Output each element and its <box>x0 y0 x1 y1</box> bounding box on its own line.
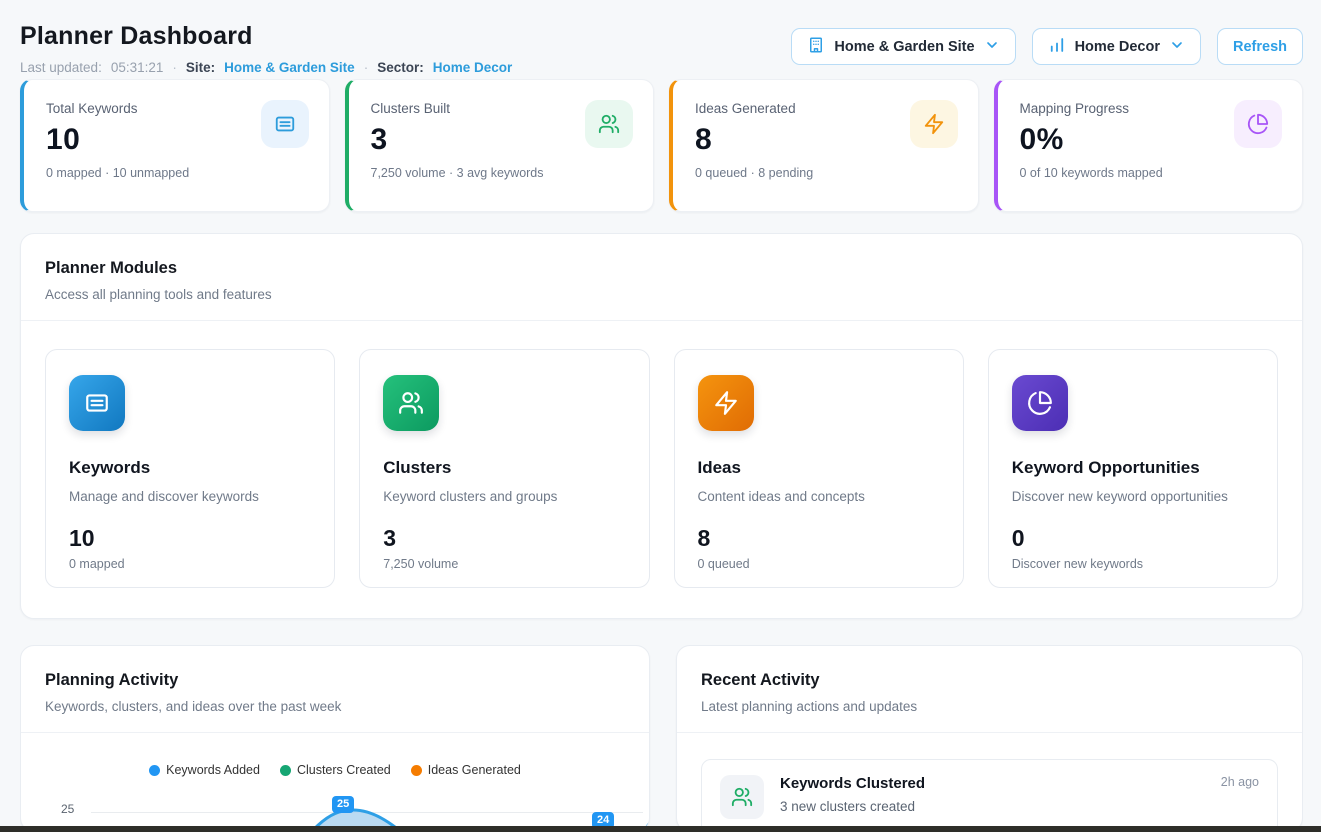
module-note: 0 queued <box>698 557 940 571</box>
stat-subtitle: 0 of 10 keywords mapped <box>1020 166 1283 180</box>
section-subtitle: Latest planning actions and updates <box>701 699 1278 714</box>
building-icon <box>807 36 825 58</box>
site-label: Site: <box>186 60 215 75</box>
module-value: 0 <box>1012 525 1254 552</box>
legend-label: Ideas Generated <box>428 763 521 777</box>
section-title: Recent Activity <box>701 671 1278 690</box>
module-note: 0 mapped <box>69 557 311 571</box>
sector-label: Sector: <box>377 60 424 75</box>
activity-title: Keywords Clustered <box>780 775 925 792</box>
data-point-label: 25 <box>332 796 354 813</box>
sector-link[interactable]: Home Decor <box>433 60 513 75</box>
zap-icon <box>910 100 958 148</box>
divider <box>21 732 649 733</box>
meta-separator: · <box>364 60 369 75</box>
list-icon <box>261 100 309 148</box>
pie-chart-icon <box>1012 375 1068 431</box>
page-title: Planner Dashboard <box>20 22 512 51</box>
module-note: Discover new keywords <box>1012 557 1254 571</box>
legend-dot <box>149 765 160 776</box>
chart-legend: Keywords Added Clusters Created Ideas Ge… <box>21 763 649 777</box>
module-card-keywords[interactable]: Keywords Manage and discover keywords 10… <box>45 349 335 588</box>
users-icon <box>585 100 633 148</box>
zap-icon <box>698 375 754 431</box>
activity-timestamp: 2h ago <box>1221 775 1259 789</box>
legend-item-ideas-generated: Ideas Generated <box>411 763 521 777</box>
module-title: Keywords <box>69 458 311 478</box>
module-title: Keyword Opportunities <box>1012 458 1254 478</box>
module-description: Content ideas and concepts <box>698 489 940 504</box>
legend-label: Keywords Added <box>166 763 260 777</box>
users-icon <box>383 375 439 431</box>
planner-modules-panel: Planner Modules Access all planning tool… <box>20 233 1303 619</box>
list-icon <box>69 375 125 431</box>
activity-content: Keywords Clustered 2h ago 3 new clusters… <box>780 775 1259 819</box>
window-edge-bar <box>0 826 1321 832</box>
site-link[interactable]: Home & Garden Site <box>224 60 355 75</box>
planner-dashboard-page: Planner Dashboard Last updated: 05:31:21… <box>0 0 1321 832</box>
stat-cards-row: Total Keywords 10 0 mapped · 10 unmapped… <box>20 79 1303 212</box>
bar-chart-icon <box>1048 36 1066 58</box>
pie-chart-icon <box>1234 100 1282 148</box>
planner-modules-header: Planner Modules Access all planning tool… <box>21 234 1302 320</box>
toolbar: Home & Garden Site Home Decor Refresh <box>791 28 1303 65</box>
chevron-down-icon <box>1169 37 1185 57</box>
modules-grid: Keywords Manage and discover keywords 10… <box>21 321 1302 618</box>
bottom-row: Planning Activity Keywords, clusters, an… <box>20 645 1303 832</box>
section-title: Planner Modules <box>45 259 1278 278</box>
planning-activity-header: Planning Activity Keywords, clusters, an… <box>21 646 649 732</box>
recent-activity-panel: Recent Activity Latest planning actions … <box>676 645 1303 832</box>
module-note: 7,250 volume <box>383 557 625 571</box>
site-selector-dropdown[interactable]: Home & Garden Site <box>791 28 1015 65</box>
module-title: Ideas <box>698 458 940 478</box>
legend-dot <box>280 765 291 776</box>
module-card-ideas[interactable]: Ideas Content ideas and concepts 8 0 que… <box>674 349 964 588</box>
activity-description: 3 new clusters created <box>780 799 1259 814</box>
module-description: Discover new keyword opportunities <box>1012 489 1254 504</box>
module-description: Keyword clusters and groups <box>383 489 625 504</box>
legend-dot <box>411 765 422 776</box>
section-subtitle: Keywords, clusters, and ideas over the p… <box>45 699 625 714</box>
module-card-keyword-opportunities[interactable]: Keyword Opportunities Discover new keywo… <box>988 349 1278 588</box>
module-value: 3 <box>383 525 625 552</box>
meta-separator: · <box>172 60 177 75</box>
recent-activity-header: Recent Activity Latest planning actions … <box>677 646 1302 732</box>
header-left: Planner Dashboard Last updated: 05:31:21… <box>20 20 512 75</box>
refresh-button[interactable]: Refresh <box>1217 28 1303 65</box>
chevron-down-icon <box>984 37 1000 57</box>
stat-card-mapping-progress: Mapping Progress 0% 0 of 10 keywords map… <box>994 79 1304 212</box>
module-card-clusters[interactable]: Clusters Keyword clusters and groups 3 7… <box>359 349 649 588</box>
stat-card-clusters-built: Clusters Built 3 7,250 volume · 3 avg ke… <box>345 79 655 212</box>
legend-item-keywords-added: Keywords Added <box>149 763 260 777</box>
module-title: Clusters <box>383 458 625 478</box>
stat-card-ideas-generated: Ideas Generated 8 0 queued · 8 pending <box>669 79 979 212</box>
section-title: Planning Activity <box>45 671 625 690</box>
last-updated-label: Last updated: <box>20 60 102 75</box>
module-description: Manage and discover keywords <box>69 489 311 504</box>
module-value: 8 <box>698 525 940 552</box>
topbar: Planner Dashboard Last updated: 05:31:21… <box>20 20 1303 75</box>
stat-subtitle: 7,250 volume · 3 avg keywords <box>371 166 634 180</box>
module-value: 10 <box>69 525 311 552</box>
section-subtitle: Access all planning tools and features <box>45 287 1278 302</box>
sector-selector-label: Home Decor <box>1075 39 1160 55</box>
planning-activity-panel: Planning Activity Keywords, clusters, an… <box>20 645 650 832</box>
last-updated-value: 05:31:21 <box>111 60 164 75</box>
activity-item-keywords-clustered: Keywords Clustered 2h ago 3 new clusters… <box>701 759 1278 832</box>
breadcrumb-meta: Last updated: 05:31:21 · Site: Home & Ga… <box>20 60 512 75</box>
stat-subtitle: 0 queued · 8 pending <box>695 166 958 180</box>
recent-activity-list: Keywords Clustered 2h ago 3 new clusters… <box>677 733 1302 832</box>
site-selector-label: Home & Garden Site <box>834 39 974 55</box>
legend-label: Clusters Created <box>297 763 391 777</box>
stat-subtitle: 0 mapped · 10 unmapped <box>46 166 309 180</box>
stat-card-total-keywords: Total Keywords 10 0 mapped · 10 unmapped <box>20 79 330 212</box>
sector-selector-dropdown[interactable]: Home Decor <box>1032 28 1201 65</box>
legend-item-clusters-created: Clusters Created <box>280 763 391 777</box>
users-icon <box>720 775 764 819</box>
refresh-button-label: Refresh <box>1233 39 1287 55</box>
